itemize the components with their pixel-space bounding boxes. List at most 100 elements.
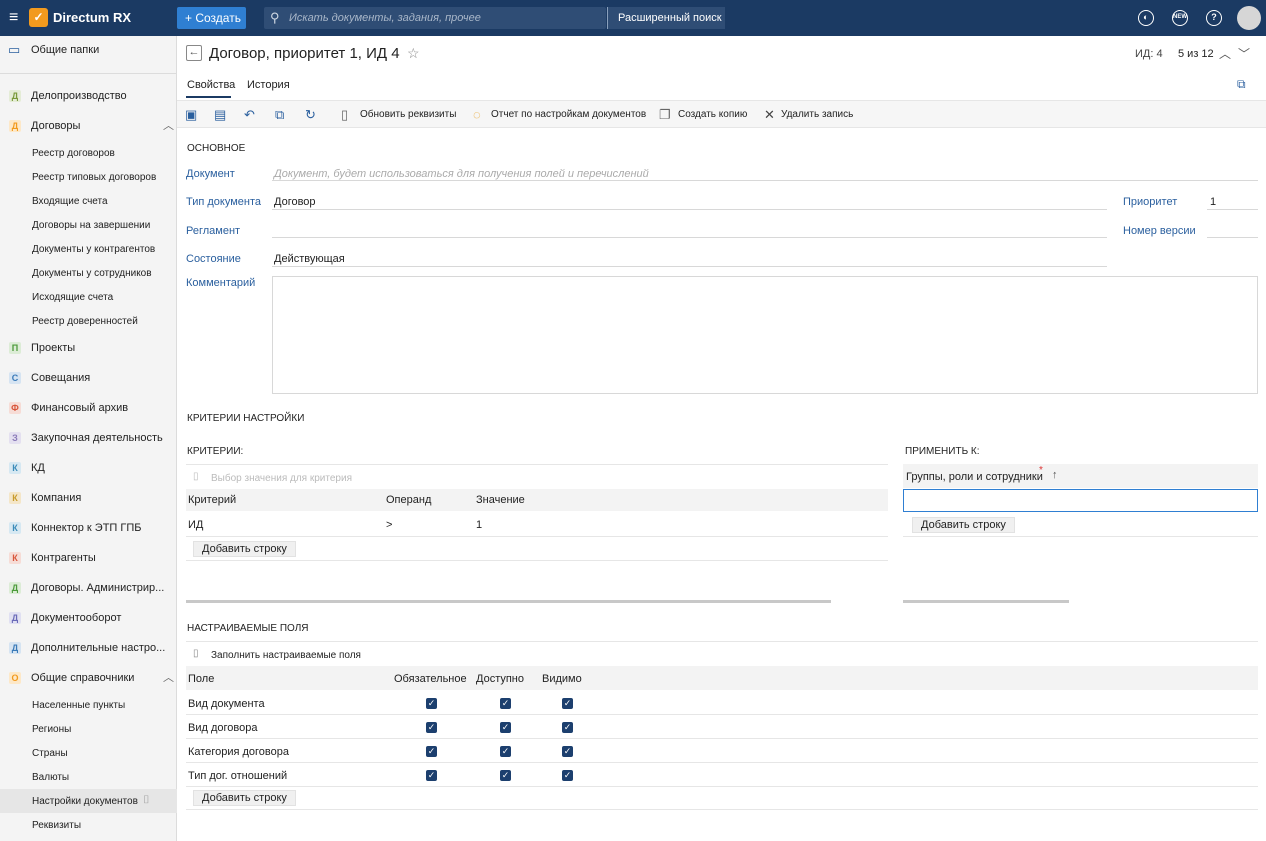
tab-history[interactable]: История [247, 79, 290, 91]
version-field[interactable] [1207, 237, 1258, 238]
sidebar-subitem[interactable]: Входящие счета [32, 196, 108, 207]
sidebar-subitem[interactable]: Договоры на завершении [32, 220, 150, 231]
required-checkbox[interactable]: ✓ [426, 722, 437, 733]
chevron-up-icon[interactable]: ︿ [163, 114, 174, 138]
new-icon[interactable]: NEW [1172, 10, 1188, 26]
apply-to-input[interactable] [903, 489, 1258, 512]
sidebar-item-procurement[interactable]: З Закупочная деятельность [0, 426, 177, 450]
document-field[interactable]: Документ, будет использоваться для получ… [274, 168, 649, 180]
required-checkbox[interactable]: ✓ [426, 698, 437, 709]
column-header[interactable]: Значение [476, 494, 525, 506]
doctype-field[interactable]: Договор [274, 196, 316, 208]
available-checkbox[interactable]: ✓ [500, 722, 511, 733]
sidebar-item-contracts-admin[interactable]: Д Договоры. Администрир... [0, 576, 177, 600]
visible-checkbox[interactable]: ✓ [562, 770, 573, 781]
sidebar-item-finance[interactable]: Ф Финансовый архив [0, 396, 177, 420]
column-header[interactable]: Группы, роли и сотрудники [906, 471, 1043, 483]
save-close-icon[interactable]: ▤ [214, 107, 226, 123]
globe-icon[interactable]: ◐ [1138, 10, 1154, 26]
visible-checkbox[interactable]: ✓ [562, 746, 573, 757]
copy-icon[interactable]: ⧉ [275, 107, 284, 123]
sidebar-subitem[interactable]: Реестр доверенностей [32, 316, 138, 327]
required-checkbox[interactable]: ✓ [426, 770, 437, 781]
help-icon[interactable]: ? [1206, 10, 1222, 26]
available-checkbox[interactable]: ✓ [500, 746, 511, 757]
sidebar-subitem[interactable]: Страны [32, 748, 68, 759]
apply-add-row-button[interactable]: Добавить строку [912, 517, 1015, 533]
apply-scrollbar[interactable] [903, 600, 1069, 603]
sidebar-item-connector[interactable]: К Коннектор к ЭТП ГПБ [0, 516, 177, 540]
table-cell[interactable]: Вид документа [188, 698, 265, 710]
save-icon[interactable]: ▣ [185, 107, 197, 123]
report-button[interactable]: Отчет по настройкам документов [491, 109, 646, 120]
sidebar-subitem[interactable]: Исходящие счета [32, 292, 113, 303]
column-header[interactable]: Критерий [188, 494, 236, 506]
create-copy-button[interactable]: Создать копию [678, 109, 747, 120]
table-cell[interactable]: Тип дог. отношений [188, 770, 287, 782]
sidebar-item-office[interactable]: Д Делопроизводство [0, 84, 177, 108]
sidebar-item-common-refs[interactable]: О Общие справочники ︿ [0, 666, 177, 690]
avatar[interactable] [1237, 6, 1261, 30]
sidebar-item-projects[interactable]: П Проекты [0, 336, 177, 360]
undo-icon[interactable]: ↶ [244, 107, 255, 123]
sidebar-subitem[interactable]: Документы у сотрудников [32, 268, 152, 279]
visible-checkbox[interactable]: ✓ [562, 722, 573, 733]
sidebar-subitem[interactable]: Населенные пункты [32, 700, 125, 711]
fill-fields-button[interactable]: Заполнить настраиваемые поля [211, 650, 361, 661]
directum-logo[interactable]: ✓ [29, 8, 48, 27]
available-checkbox[interactable]: ✓ [500, 770, 511, 781]
table-cell[interactable]: Категория договора [188, 746, 289, 758]
comment-textarea[interactable] [272, 276, 1258, 394]
bookmark-icon[interactable]: ⌷ [143, 794, 150, 807]
create-button[interactable]: + Создать [177, 7, 246, 29]
sidebar-item-contracts[interactable]: Д Договоры ︿ [0, 114, 177, 138]
column-header[interactable]: Обязательное [394, 673, 467, 685]
criteria-scrollbar[interactable] [186, 600, 831, 603]
sidebar-subitem-active[interactable]: Настройки документов [32, 796, 138, 807]
visible-checkbox[interactable]: ✓ [562, 698, 573, 709]
sidebar-subitem[interactable]: Регионы [32, 724, 71, 735]
delete-record-button[interactable]: Удалить запись [781, 109, 853, 120]
back-icon[interactable]: ← [186, 45, 202, 61]
refresh-requisites-button[interactable]: Обновить реквизиты [360, 109, 456, 120]
required-checkbox[interactable]: ✓ [426, 746, 437, 757]
sidebar-item-docflow[interactable]: Д Документооборот [0, 606, 177, 630]
sidebar-subitem[interactable]: Валюты [32, 772, 69, 783]
sidebar-item-company[interactable]: К Компания [0, 486, 177, 510]
sidebar-item-additional-settings[interactable]: Д Дополнительные настро... [0, 636, 177, 660]
chevron-up-icon[interactable]: ︿ [1219, 45, 1231, 62]
sidebar-item-shared-folders[interactable]: ▭ Общие папки [0, 38, 177, 62]
sidebar-item-kd[interactable]: К КД [0, 456, 177, 480]
app-name[interactable]: Directum RX [53, 10, 131, 25]
sidebar-subitem[interactable]: Документы у контрагентов [32, 244, 155, 255]
star-icon[interactable]: ☆ [407, 45, 420, 62]
search-input[interactable]: ⚲ Искать документы, задания, прочее [264, 7, 606, 29]
chevron-up-icon[interactable]: ︿ [163, 666, 174, 690]
state-field[interactable]: Действующая [274, 253, 345, 265]
sidebar-item-meetings[interactable]: С Совещания [0, 366, 177, 390]
reglament-field[interactable] [272, 237, 1107, 238]
sidebar-subitem[interactable]: Реестр типовых договоров [32, 172, 156, 183]
chevron-down-icon[interactable]: ﹀ [1238, 45, 1250, 62]
priority-field[interactable]: 1 [1210, 196, 1216, 208]
table-cell[interactable]: ИД [188, 519, 203, 531]
table-cell[interactable]: > [386, 519, 392, 531]
sidebar-subitem[interactable]: Реестр договоров [32, 148, 115, 159]
criteria-add-row-button[interactable]: Добавить строку [193, 541, 296, 557]
available-checkbox[interactable]: ✓ [500, 698, 511, 709]
select-criteria-button[interactable]: Выбор значения для критерия [211, 473, 352, 484]
sidebar-subitem[interactable]: Реквизиты [32, 820, 81, 831]
advanced-search-button[interactable]: Расширенный поиск [607, 7, 725, 29]
column-header[interactable]: Доступно [476, 673, 524, 685]
sidebar-item-counterparties[interactable]: К Контрагенты [0, 546, 177, 570]
sort-icon[interactable]: ↑ [1052, 469, 1058, 481]
custom-fields-add-row-button[interactable]: Добавить строку [193, 790, 296, 806]
refresh-icon[interactable]: ↻ [305, 107, 316, 123]
column-header[interactable]: Видимо [542, 673, 582, 685]
open-external-icon[interactable]: ⧉ [1237, 77, 1246, 92]
column-header[interactable]: Поле [188, 673, 214, 685]
table-cell[interactable]: Вид договора [188, 722, 257, 734]
column-header[interactable]: Операнд [386, 494, 431, 506]
tab-properties[interactable]: Свойства [187, 79, 235, 91]
hamburger-menu-icon[interactable]: ≡ [9, 9, 23, 27]
